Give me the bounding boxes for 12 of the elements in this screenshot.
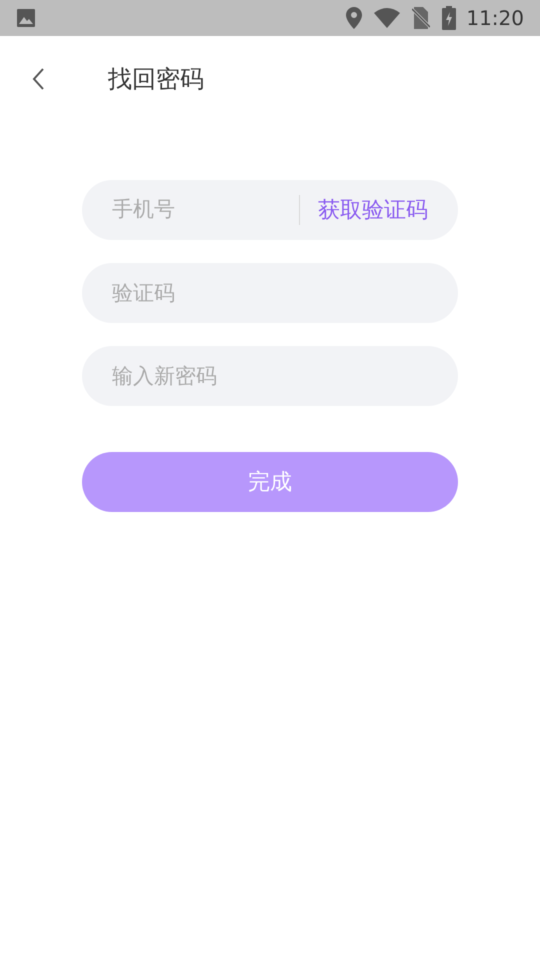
image-icon xyxy=(16,8,36,28)
input-field[interactable]: 验证码 xyxy=(82,263,458,323)
battery-icon xyxy=(442,6,456,30)
input-field[interactable]: 手机号 获取验证码 xyxy=(82,180,458,240)
submit-button[interactable]: 完成 xyxy=(82,452,458,512)
input-field[interactable]: 输入新密码 xyxy=(82,346,458,406)
status-time: 11:20 xyxy=(466,5,524,32)
no-sim-icon xyxy=(412,7,430,29)
wifi-icon xyxy=(374,8,400,28)
location-icon xyxy=(346,7,362,29)
page-title: 找回密码 xyxy=(108,64,204,95)
get-code-button[interactable]: 获取验证码 xyxy=(318,194,428,226)
